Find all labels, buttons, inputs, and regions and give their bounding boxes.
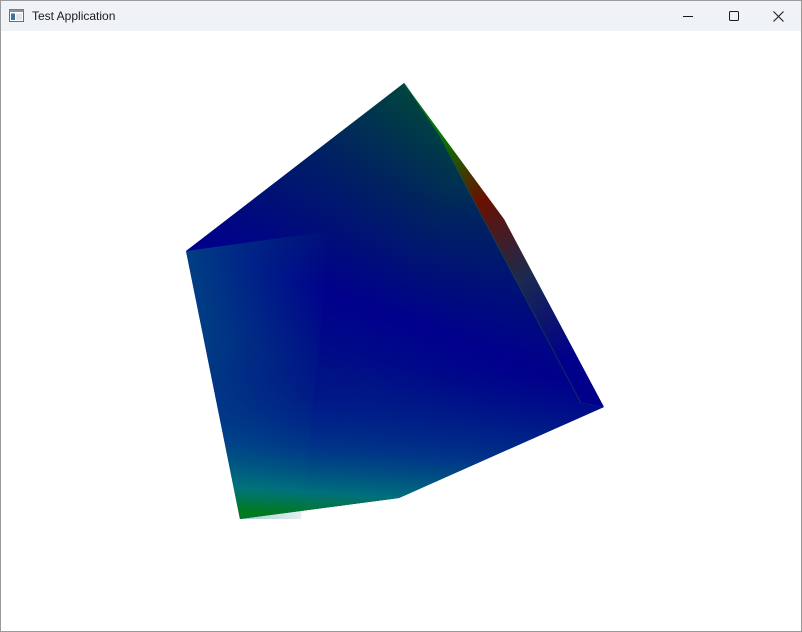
maximize-icon	[729, 11, 739, 21]
close-button[interactable]	[755, 1, 801, 31]
cube-canvas	[186, 82, 604, 519]
application-window: Test Application	[0, 0, 802, 632]
maximize-button[interactable]	[711, 1, 757, 31]
render-viewport[interactable]	[1, 31, 801, 631]
close-icon	[772, 10, 784, 22]
minimize-icon	[683, 11, 693, 21]
application-window-icon	[9, 9, 24, 22]
minimize-button[interactable]	[665, 1, 711, 31]
window-title: Test Application	[32, 9, 116, 23]
title-bar[interactable]: Test Application	[1, 1, 801, 31]
